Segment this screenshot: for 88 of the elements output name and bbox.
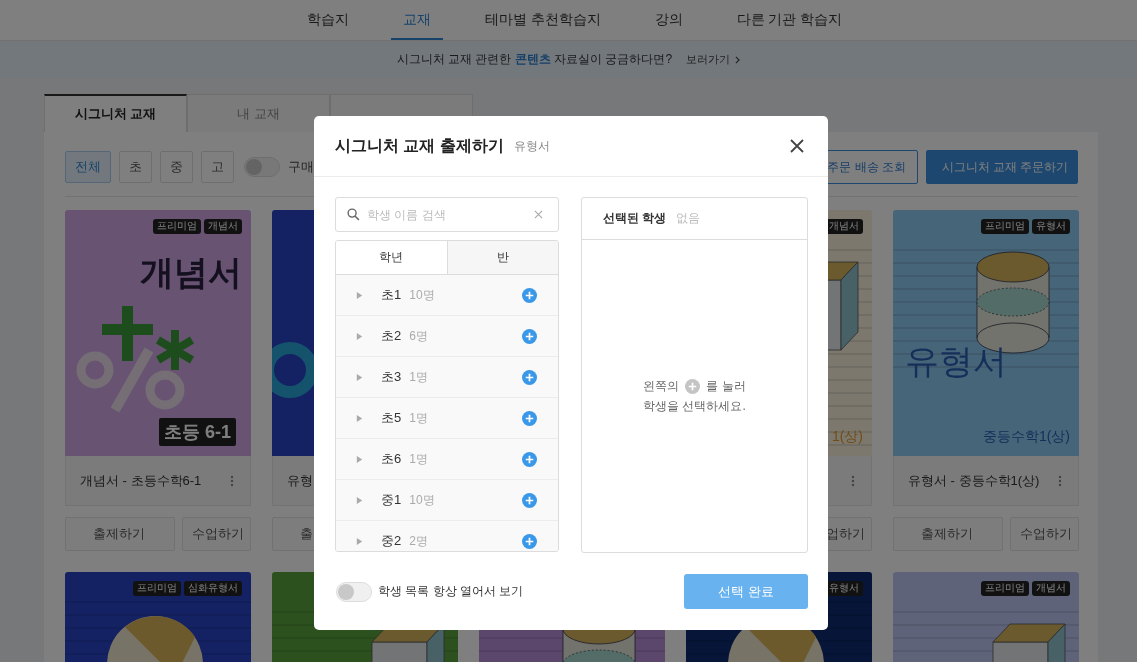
grade-group-row[interactable]: 중1 10명 xyxy=(336,480,558,521)
group-name: 초1 xyxy=(381,286,402,304)
book-title: 개념서 - 초등수학6-1 xyxy=(80,471,202,490)
book-tag: 프리미엄 xyxy=(153,219,201,234)
student-count: 10명 xyxy=(409,286,435,304)
selection-status: 없음 xyxy=(676,210,701,227)
add-icon[interactable] xyxy=(522,410,537,426)
nav-tab[interactable]: 다른 기관 학습지 xyxy=(724,0,855,40)
grade-filter[interactable]: 고 xyxy=(201,151,234,183)
group-name: 초6 xyxy=(381,450,402,468)
add-icon[interactable] xyxy=(522,533,537,549)
book-tag: 프리미엄 xyxy=(981,581,1029,596)
list-open-toggle[interactable] xyxy=(336,581,372,602)
grade-filter[interactable]: 전체 xyxy=(65,151,111,183)
grade-filter[interactable]: 초 xyxy=(119,151,152,183)
student-count: 1명 xyxy=(409,368,428,386)
nav-tab[interactable]: 테마별 추천학습지 xyxy=(472,0,613,40)
book-tag: 심화유형서 xyxy=(184,581,242,596)
group-name: 초3 xyxy=(381,368,402,386)
chevron-right-icon[interactable] xyxy=(735,55,741,64)
grade-group-row[interactable]: 초3 1명 xyxy=(336,357,558,398)
hint-text: 학생을 선택하세요. xyxy=(643,398,746,415)
add-icon[interactable] xyxy=(522,369,537,385)
grade-group-row[interactable]: 초2 6명 xyxy=(336,316,558,357)
more-icon[interactable] xyxy=(1058,474,1062,487)
search-icon xyxy=(347,208,360,221)
add-icon[interactable] xyxy=(522,328,537,344)
cover-title: 유형서 xyxy=(905,341,1008,382)
view-link[interactable]: 보러가기 xyxy=(686,52,741,67)
group-name: 초2 xyxy=(381,327,402,345)
grade-group-row[interactable]: 초6 1명 xyxy=(336,439,558,480)
book-title: 유형 xyxy=(287,471,313,490)
plus-circle-icon xyxy=(685,379,701,394)
add-icon[interactable] xyxy=(522,287,537,303)
hint-text: 를 눌러 xyxy=(706,378,746,395)
book-tag: 유형서 xyxy=(1032,219,1070,234)
caret-right-icon[interactable] xyxy=(355,495,364,505)
purchased-toggle[interactable] xyxy=(244,157,280,177)
clear-icon[interactable] xyxy=(534,210,543,219)
caret-right-icon[interactable] xyxy=(355,372,364,382)
add-icon[interactable] xyxy=(522,492,537,508)
caret-right-icon[interactable] xyxy=(355,413,364,423)
search-field[interactable]: 학생 이름 검색 xyxy=(335,197,559,232)
grade-group-row[interactable]: 초1 10명 xyxy=(336,275,558,316)
close-icon[interactable] xyxy=(790,139,804,153)
add-icon[interactable] xyxy=(522,451,537,467)
order-book-button[interactable]: 시그니처 교재 주문하기 xyxy=(926,150,1078,184)
assign-button[interactable]: 출제하기 xyxy=(65,517,175,551)
list-tab[interactable]: 반 xyxy=(447,241,558,274)
panel-title: 선택된 학생 xyxy=(603,210,667,227)
caret-right-icon[interactable] xyxy=(355,290,364,300)
banner-text: 시그니처 교재 관련한 콘텐츠 자료실이 궁금하다면? xyxy=(396,51,673,68)
student-count: 6명 xyxy=(409,327,428,345)
student-count: 1명 xyxy=(409,409,428,427)
hint-text: 왼쪽의 xyxy=(643,378,680,395)
book-tag: 프리미엄 xyxy=(981,219,1029,234)
book-title: 유형서 - 중등수학1(상) xyxy=(908,471,1040,490)
more-icon[interactable] xyxy=(230,474,234,487)
lesson-button[interactable]: 수업하기 xyxy=(1010,517,1079,551)
book-tag: 개념서 xyxy=(1032,581,1070,596)
lesson-button[interactable]: 수업하기 xyxy=(182,517,251,551)
list-tab[interactable]: 학년 xyxy=(336,241,448,274)
book-tag: 개념서 xyxy=(204,219,242,234)
nav-tab[interactable]: 학습지 xyxy=(294,0,361,40)
dialog-title: 시그니처 교재 출제하기 xyxy=(335,135,504,156)
toggle-label: 구매 xyxy=(288,158,314,176)
group-name: 중2 xyxy=(381,532,402,550)
book-tab[interactable]: 시그니처 교재 xyxy=(44,94,187,132)
caret-right-icon[interactable] xyxy=(355,454,364,464)
toggle-label: 학생 목록 항상 열어서 보기 xyxy=(378,583,524,600)
assign-button[interactable]: 출제하기 xyxy=(893,517,1003,551)
nav-tab[interactable]: 강의 xyxy=(642,0,695,40)
student-count: 2명 xyxy=(409,532,428,550)
dialog-subtitle: 유형서 xyxy=(513,137,550,155)
caret-right-icon[interactable] xyxy=(355,331,364,341)
group-name: 초5 xyxy=(381,409,402,427)
cover-title: 개념서 xyxy=(139,252,242,293)
student-count: 10명 xyxy=(409,491,435,509)
grade-group-row[interactable]: 중2 2명 xyxy=(336,521,558,551)
grade-badge: 초등 6-1 xyxy=(158,418,236,446)
more-icon[interactable] xyxy=(851,474,855,487)
student-count: 1명 xyxy=(409,450,428,468)
book-tag: 프리미엄 xyxy=(133,581,181,596)
cover-subtitle: 1(상) xyxy=(831,428,863,446)
caret-right-icon[interactable] xyxy=(355,536,364,546)
group-name: 중1 xyxy=(381,491,402,509)
grade-group-row[interactable]: 초5 1명 xyxy=(336,398,558,439)
grade-filter[interactable]: 중 xyxy=(160,151,193,183)
